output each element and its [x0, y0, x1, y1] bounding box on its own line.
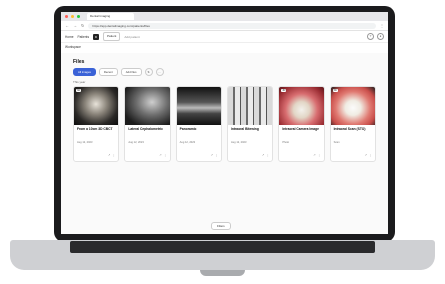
back-icon[interactable]: ←: [65, 23, 69, 28]
file-title: From a 10cm 3D CBCT: [77, 127, 113, 131]
file-badge: 3D: [281, 89, 287, 92]
more-icon[interactable]: ⋮: [266, 153, 269, 157]
url-field[interactable]: https://app.dentalimaging.com/patients/f…: [88, 22, 376, 29]
help-icon[interactable]: ?: [367, 33, 374, 40]
share-icon[interactable]: ↗: [313, 153, 316, 157]
patient-tab[interactable]: Patient: [103, 32, 121, 41]
app-logo: D: [93, 33, 100, 40]
share-icon[interactable]: ↗: [210, 153, 213, 157]
laptop-notch: [200, 270, 245, 276]
sort-icon[interactable]: ⇅: [144, 68, 153, 76]
nav-patients[interactable]: Patients: [78, 35, 90, 39]
close-window-dot[interactable]: [65, 15, 68, 18]
filter-recent[interactable]: Recent: [98, 68, 118, 76]
main-content: Files All images Recent Add files ⇅ … Th…: [61, 53, 388, 166]
laptop-keyboard: [70, 241, 375, 253]
file-title: Intraoral Bitewing: [230, 127, 259, 131]
bitewing-thumbnail: [227, 87, 273, 125]
share-icon[interactable]: ↗: [262, 153, 265, 157]
file-title: Panoramic: [179, 127, 197, 131]
add-patient-tab[interactable]: Add patient: [124, 35, 139, 39]
file-card[interactable]: Lateral Cephalometric Aug 12, 2023 ↗ ⋮: [124, 86, 171, 162]
filters-button[interactable]: Filters: [211, 222, 231, 230]
workspace-label: Workspace: [61, 43, 388, 53]
panoramic-thumbnail: [176, 87, 221, 125]
intraoral-photo-thumbnail: 3D: [279, 87, 324, 125]
app-header: Home Patients D Patient Add patient ? ●: [61, 31, 388, 43]
ceph-thumbnail: [125, 87, 170, 125]
file-badge: 3D: [332, 89, 338, 92]
file-title: Intraoral Scan (STO): [333, 127, 366, 131]
file-title: Intraoral Camera Image: [282, 127, 319, 131]
browser-tabbar: Dental Imaging: [61, 12, 388, 21]
intraoral-scan-thumbnail: 3D: [330, 87, 375, 125]
file-date: Aug 12, 2023: [128, 141, 144, 144]
file-date: Aug 12, 2023: [179, 141, 196, 144]
file-cards: 3D From a 10cm 3D CBCT Aug 12, 2023 ↗ ⋮ L…: [73, 86, 376, 162]
avatar[interactable]: ●: [377, 33, 384, 40]
nav-home[interactable]: Home: [65, 35, 74, 39]
page-title: Files: [73, 59, 85, 65]
cbct-thumbnail: 3D: [74, 87, 119, 125]
browser-tab[interactable]: Dental Imaging: [87, 13, 134, 20]
add-files-button[interactable]: Add files: [120, 68, 142, 76]
more-icon[interactable]: ⋮: [318, 153, 321, 157]
file-date: Aug 12, 2023: [230, 141, 247, 144]
menu-icon[interactable]: ⋮: [380, 23, 384, 28]
browser-urlbar: ← → ↻ https://app.dentalimaging.com/pati…: [61, 21, 388, 31]
file-badge: 3D: [76, 89, 82, 92]
minimize-window-dot[interactable]: [71, 15, 74, 18]
more-icon[interactable]: ⋮: [164, 153, 167, 157]
file-date: Photo: [282, 141, 290, 144]
file-card[interactable]: Intraoral Bitewing Aug 12, 2023 ↗ ⋮: [226, 86, 274, 162]
section-label: This year: [73, 80, 86, 84]
file-card[interactable]: 3D Intraoral Camera Image Photo ↗ ⋮: [278, 86, 325, 162]
more-icon[interactable]: ⋮: [369, 153, 372, 157]
share-icon[interactable]: ↗: [159, 153, 162, 157]
more-icon[interactable]: ⋮: [215, 153, 218, 157]
more-icon[interactable]: ⋮: [112, 153, 115, 157]
file-card[interactable]: 3D Intraoral Scan (STO) Scan ↗ ⋮: [329, 86, 376, 162]
share-icon[interactable]: ↗: [364, 153, 367, 157]
file-card[interactable]: Panoramic Aug 12, 2023 ↗ ⋮: [175, 86, 222, 162]
share-icon[interactable]: ↗: [108, 153, 111, 157]
file-date: Aug 12, 2023: [77, 141, 93, 144]
file-title: Lateral Cephalometric: [128, 127, 163, 131]
forward-icon[interactable]: →: [73, 23, 77, 28]
filter-bar: All images Recent Add files ⇅ …: [73, 68, 376, 76]
screen: Dental Imaging ← → ↻ https://app.dentali…: [61, 12, 388, 234]
file-date: Scan: [333, 141, 340, 144]
file-card[interactable]: 3D From a 10cm 3D CBCT Aug 12, 2023 ↗ ⋮: [73, 86, 120, 162]
filter-all-images[interactable]: All images: [73, 68, 96, 76]
more-icon[interactable]: …: [155, 68, 164, 76]
reload-icon[interactable]: ↻: [81, 23, 84, 28]
maximize-window-dot[interactable]: [77, 15, 80, 18]
